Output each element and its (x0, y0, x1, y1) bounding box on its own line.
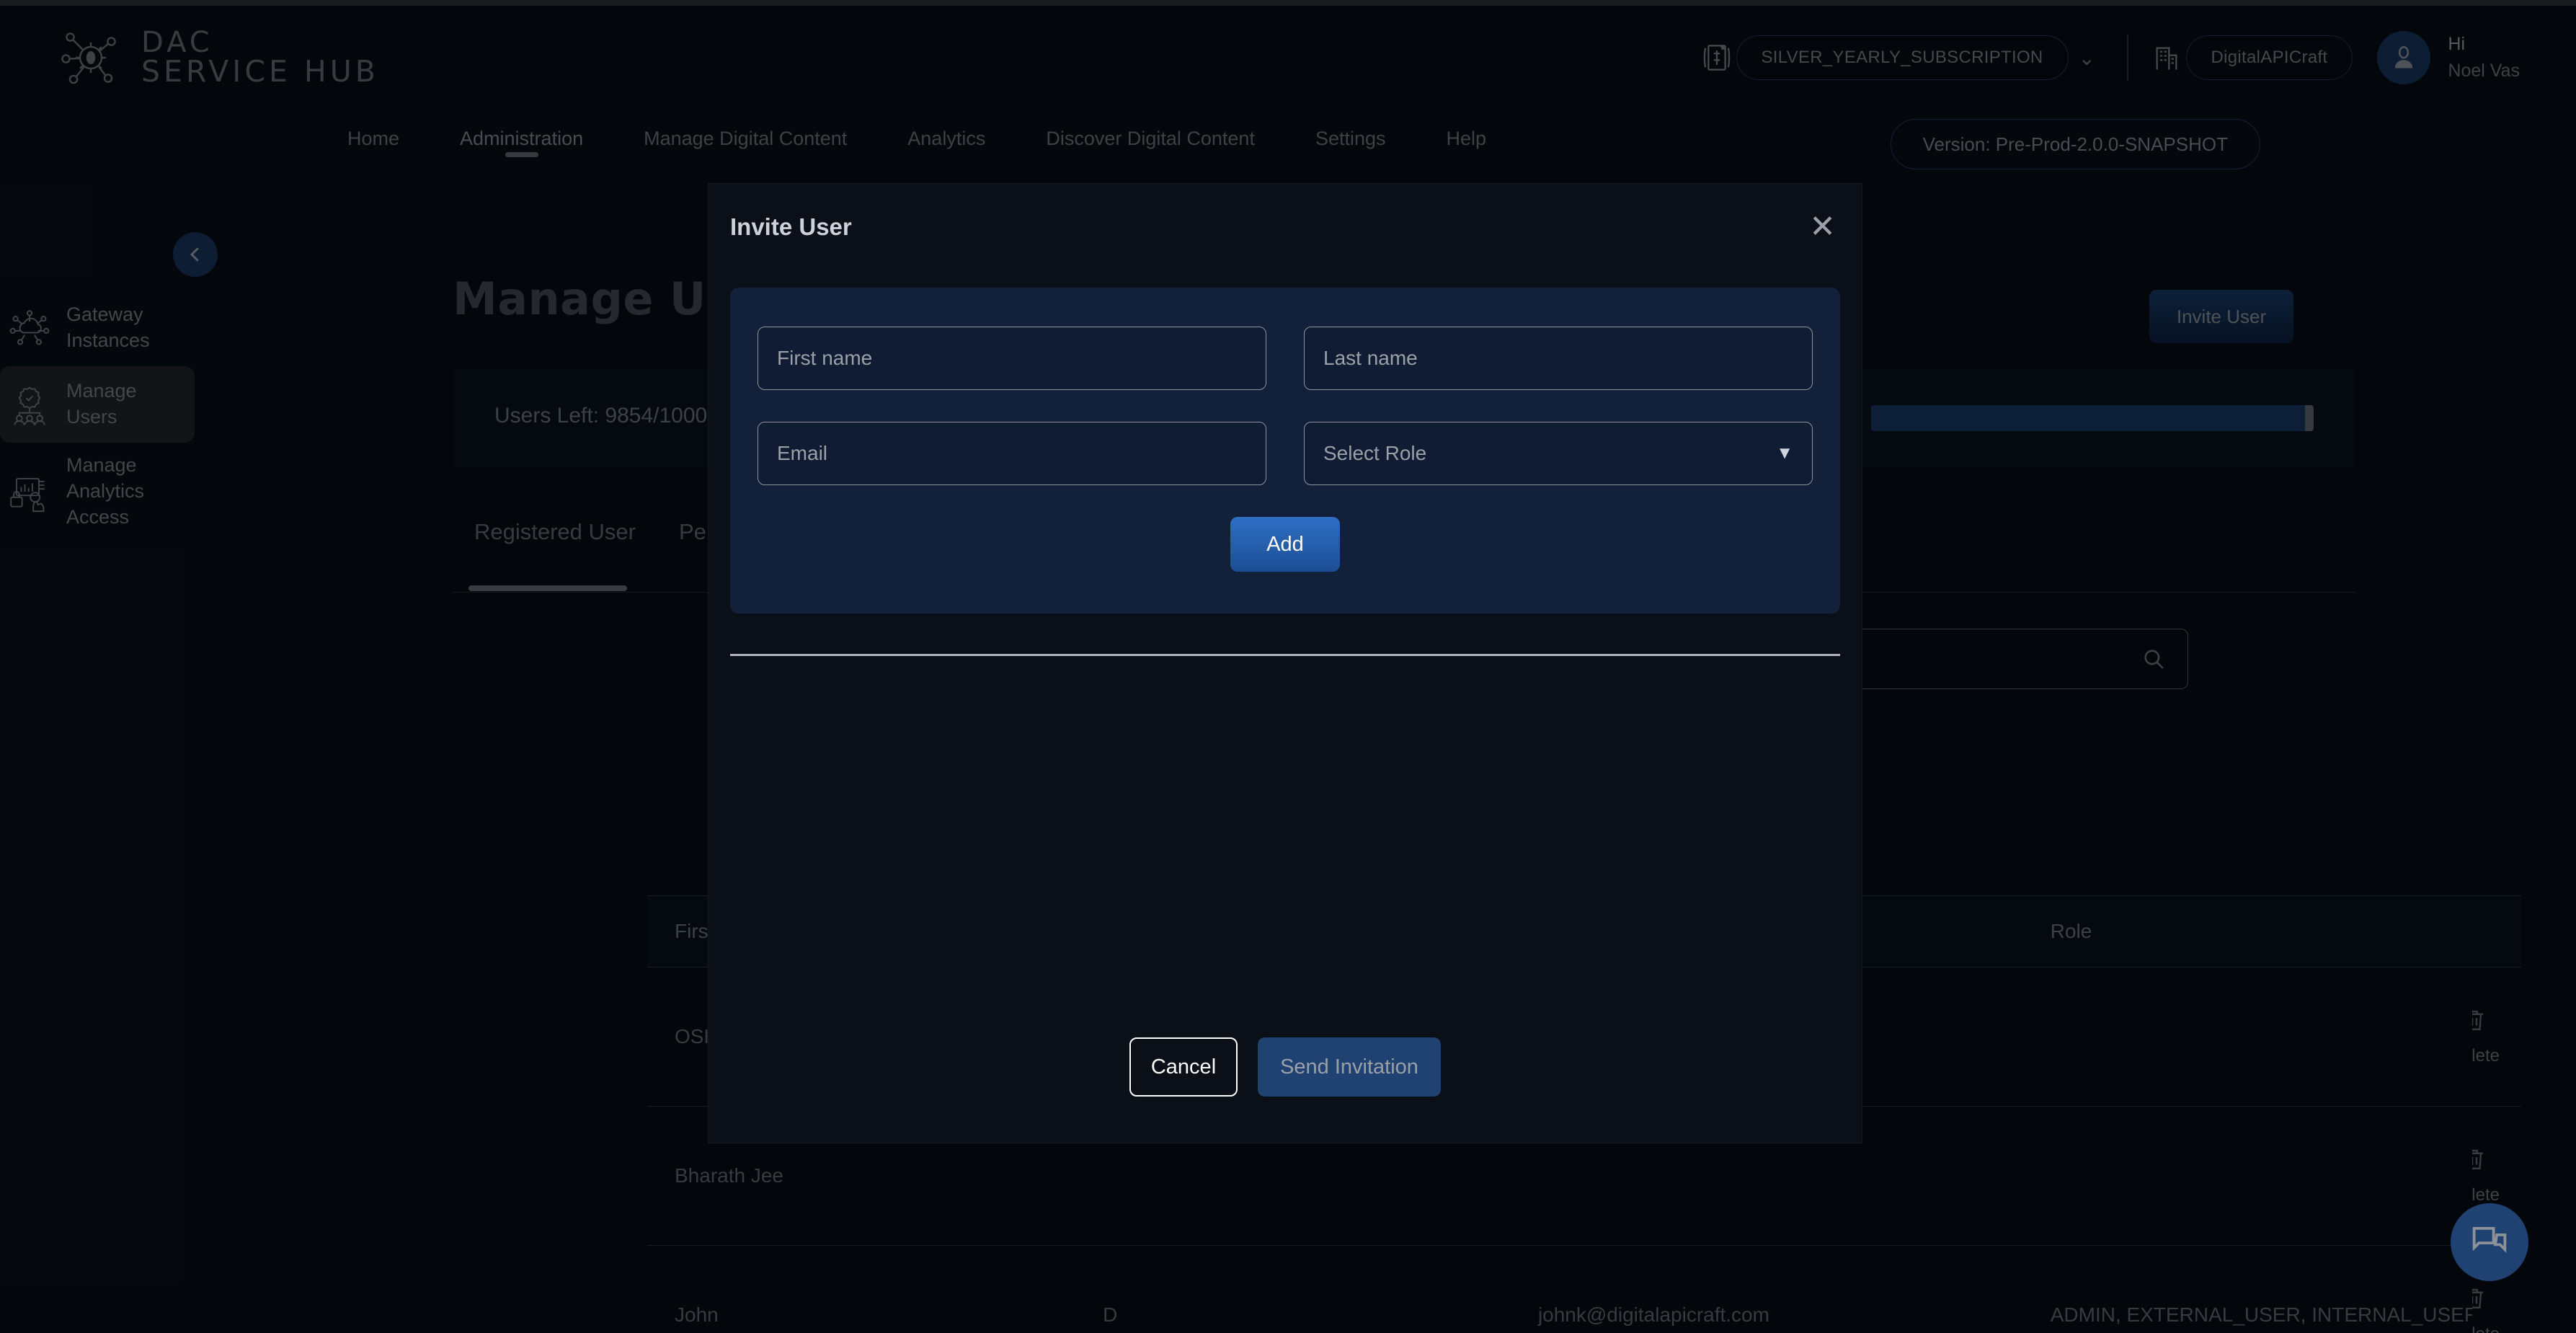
send-invitation-button[interactable]: Send Invitation (1258, 1037, 1441, 1097)
email-input[interactable]: Email (758, 422, 1266, 485)
add-button[interactable]: Add (1230, 517, 1340, 572)
invite-user-modal: Invite User ✕ First name Last name Email… (709, 184, 1862, 1143)
cancel-button[interactable]: Cancel (1129, 1037, 1238, 1097)
modal-title: Invite User (730, 213, 852, 240)
role-select[interactable]: Select Role ▼ (1304, 422, 1813, 485)
invite-form-panel: First name Last name Email Select Role ▼… (730, 288, 1840, 614)
role-select-value: Select Role (1323, 442, 1427, 464)
first-name-input[interactable]: First name (758, 327, 1266, 390)
chat-bubble-icon (2472, 1226, 2507, 1253)
app-root: DAC SERVICE HUB SILVER_YEARLY_SUBSCRIPTI… (0, 0, 2576, 1333)
modal-header: Invite User ✕ (709, 184, 1862, 270)
chat-support-button[interactable] (2451, 1203, 2528, 1281)
form-row-email-role: Email Select Role ▼ (758, 422, 1813, 485)
close-icon[interactable]: ✕ (1809, 211, 1836, 243)
form-row-names: First name Last name (758, 327, 1813, 390)
modal-divider (730, 654, 1840, 656)
modal-footer: Cancel Send Invitation (709, 1037, 1862, 1097)
last-name-input[interactable]: Last name (1304, 327, 1813, 390)
chevron-down-icon: ▼ (1776, 443, 1793, 463)
